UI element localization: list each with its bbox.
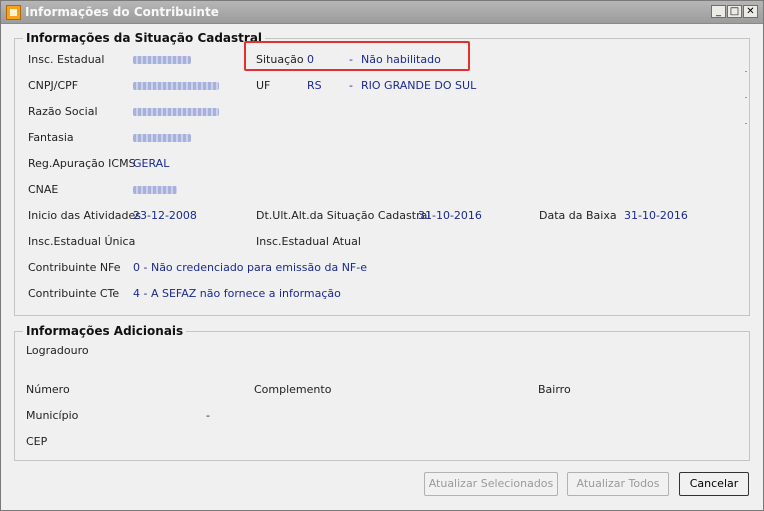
fantasia-label: Fantasia (28, 131, 74, 144)
maximize-button[interactable]: □ (727, 5, 742, 18)
uf-separator: - (349, 79, 353, 92)
razao-social-label: Razão Social (28, 105, 98, 118)
uf-description: RIO GRANDE DO SUL (361, 79, 477, 92)
bairro-label: Bairro (538, 383, 571, 396)
edge-mark (745, 123, 747, 124)
fantasia-value-redacted (133, 134, 191, 142)
logradouro-label: Logradouro (26, 344, 89, 357)
uf-label: UF (256, 79, 271, 92)
edge-mark (745, 71, 747, 72)
situacao-cadastral-legend: Informações da Situação Cadastral (23, 31, 266, 45)
cnpj-cpf-label: CNPJ/CPF (28, 79, 79, 92)
complemento-label: Complemento (254, 383, 332, 396)
dt-ult-alt-value: 31-10-2016 (418, 209, 482, 222)
inicio-atividades-label: Inicio das Atividades (28, 209, 142, 222)
informacoes-adicionais-group: Informações Adicionais (14, 324, 750, 461)
data-baixa-value: 31-10-2016 (624, 209, 688, 222)
municipio-label: Município (26, 409, 79, 422)
cnpj-cpf-value-redacted (133, 82, 219, 90)
contribuinte-cte-label: Contribuinte CTe (28, 287, 120, 300)
data-baixa-label: Data da Baixa (539, 209, 617, 222)
contribuinte-nfe-value: 0 - Não credenciado para emissão da NF-e (133, 261, 367, 274)
informacoes-adicionais-legend: Informações Adicionais (23, 324, 187, 338)
insc-estadual-label: Insc. Estadual (28, 53, 105, 66)
inicio-atividades-value: 23-12-2008 (133, 209, 197, 222)
insc-estadual-unica-label: Insc.Estadual Única (28, 235, 136, 248)
contribuinte-nfe-label: Contribuinte NFe (28, 261, 121, 274)
insc-estadual-atual-label: Insc.Estadual Atual (256, 235, 361, 248)
numero-label: Número (26, 383, 70, 396)
situacao-label: Situação (256, 53, 304, 66)
cancelar-button[interactable]: Cancelar (679, 472, 749, 496)
dt-ult-alt-label: Dt.Ult.Alt.da Situação Cadastral (256, 209, 431, 222)
reg-apuracao-label: Reg.Apuração ICMS (28, 157, 136, 170)
insc-estadual-value-redacted (133, 56, 191, 64)
situacao-separator: - (349, 53, 353, 66)
situacao-description: Não habilitado (361, 53, 441, 66)
contribuinte-window: Informações do Contribuinte _ □ ✕ Inform… (0, 0, 764, 511)
edge-mark (745, 97, 747, 98)
close-button[interactable]: ✕ (743, 5, 758, 18)
atualizar-selecionados-button[interactable]: Atualizar Selecionados (424, 472, 558, 496)
minimize-button[interactable]: _ (711, 5, 726, 18)
cep-label: CEP (26, 435, 48, 448)
cnae-label: CNAE (28, 183, 59, 196)
atualizar-todos-button[interactable]: Atualizar Todos (567, 472, 669, 496)
municipio-value: - (206, 409, 210, 422)
uf-code: RS (307, 79, 322, 92)
razao-social-value-redacted (133, 108, 219, 116)
cnae-value-redacted (133, 186, 177, 194)
window-title: Informações do Contribuinte (25, 5, 219, 19)
app-icon (6, 5, 21, 20)
title-bar[interactable]: Informações do Contribuinte _ □ ✕ (1, 1, 763, 24)
contribuinte-cte-value: 4 - A SEFAZ não fornece a informação (133, 287, 341, 300)
situacao-code: 0 (307, 53, 314, 66)
reg-apuracao-value: GERAL (133, 157, 170, 170)
